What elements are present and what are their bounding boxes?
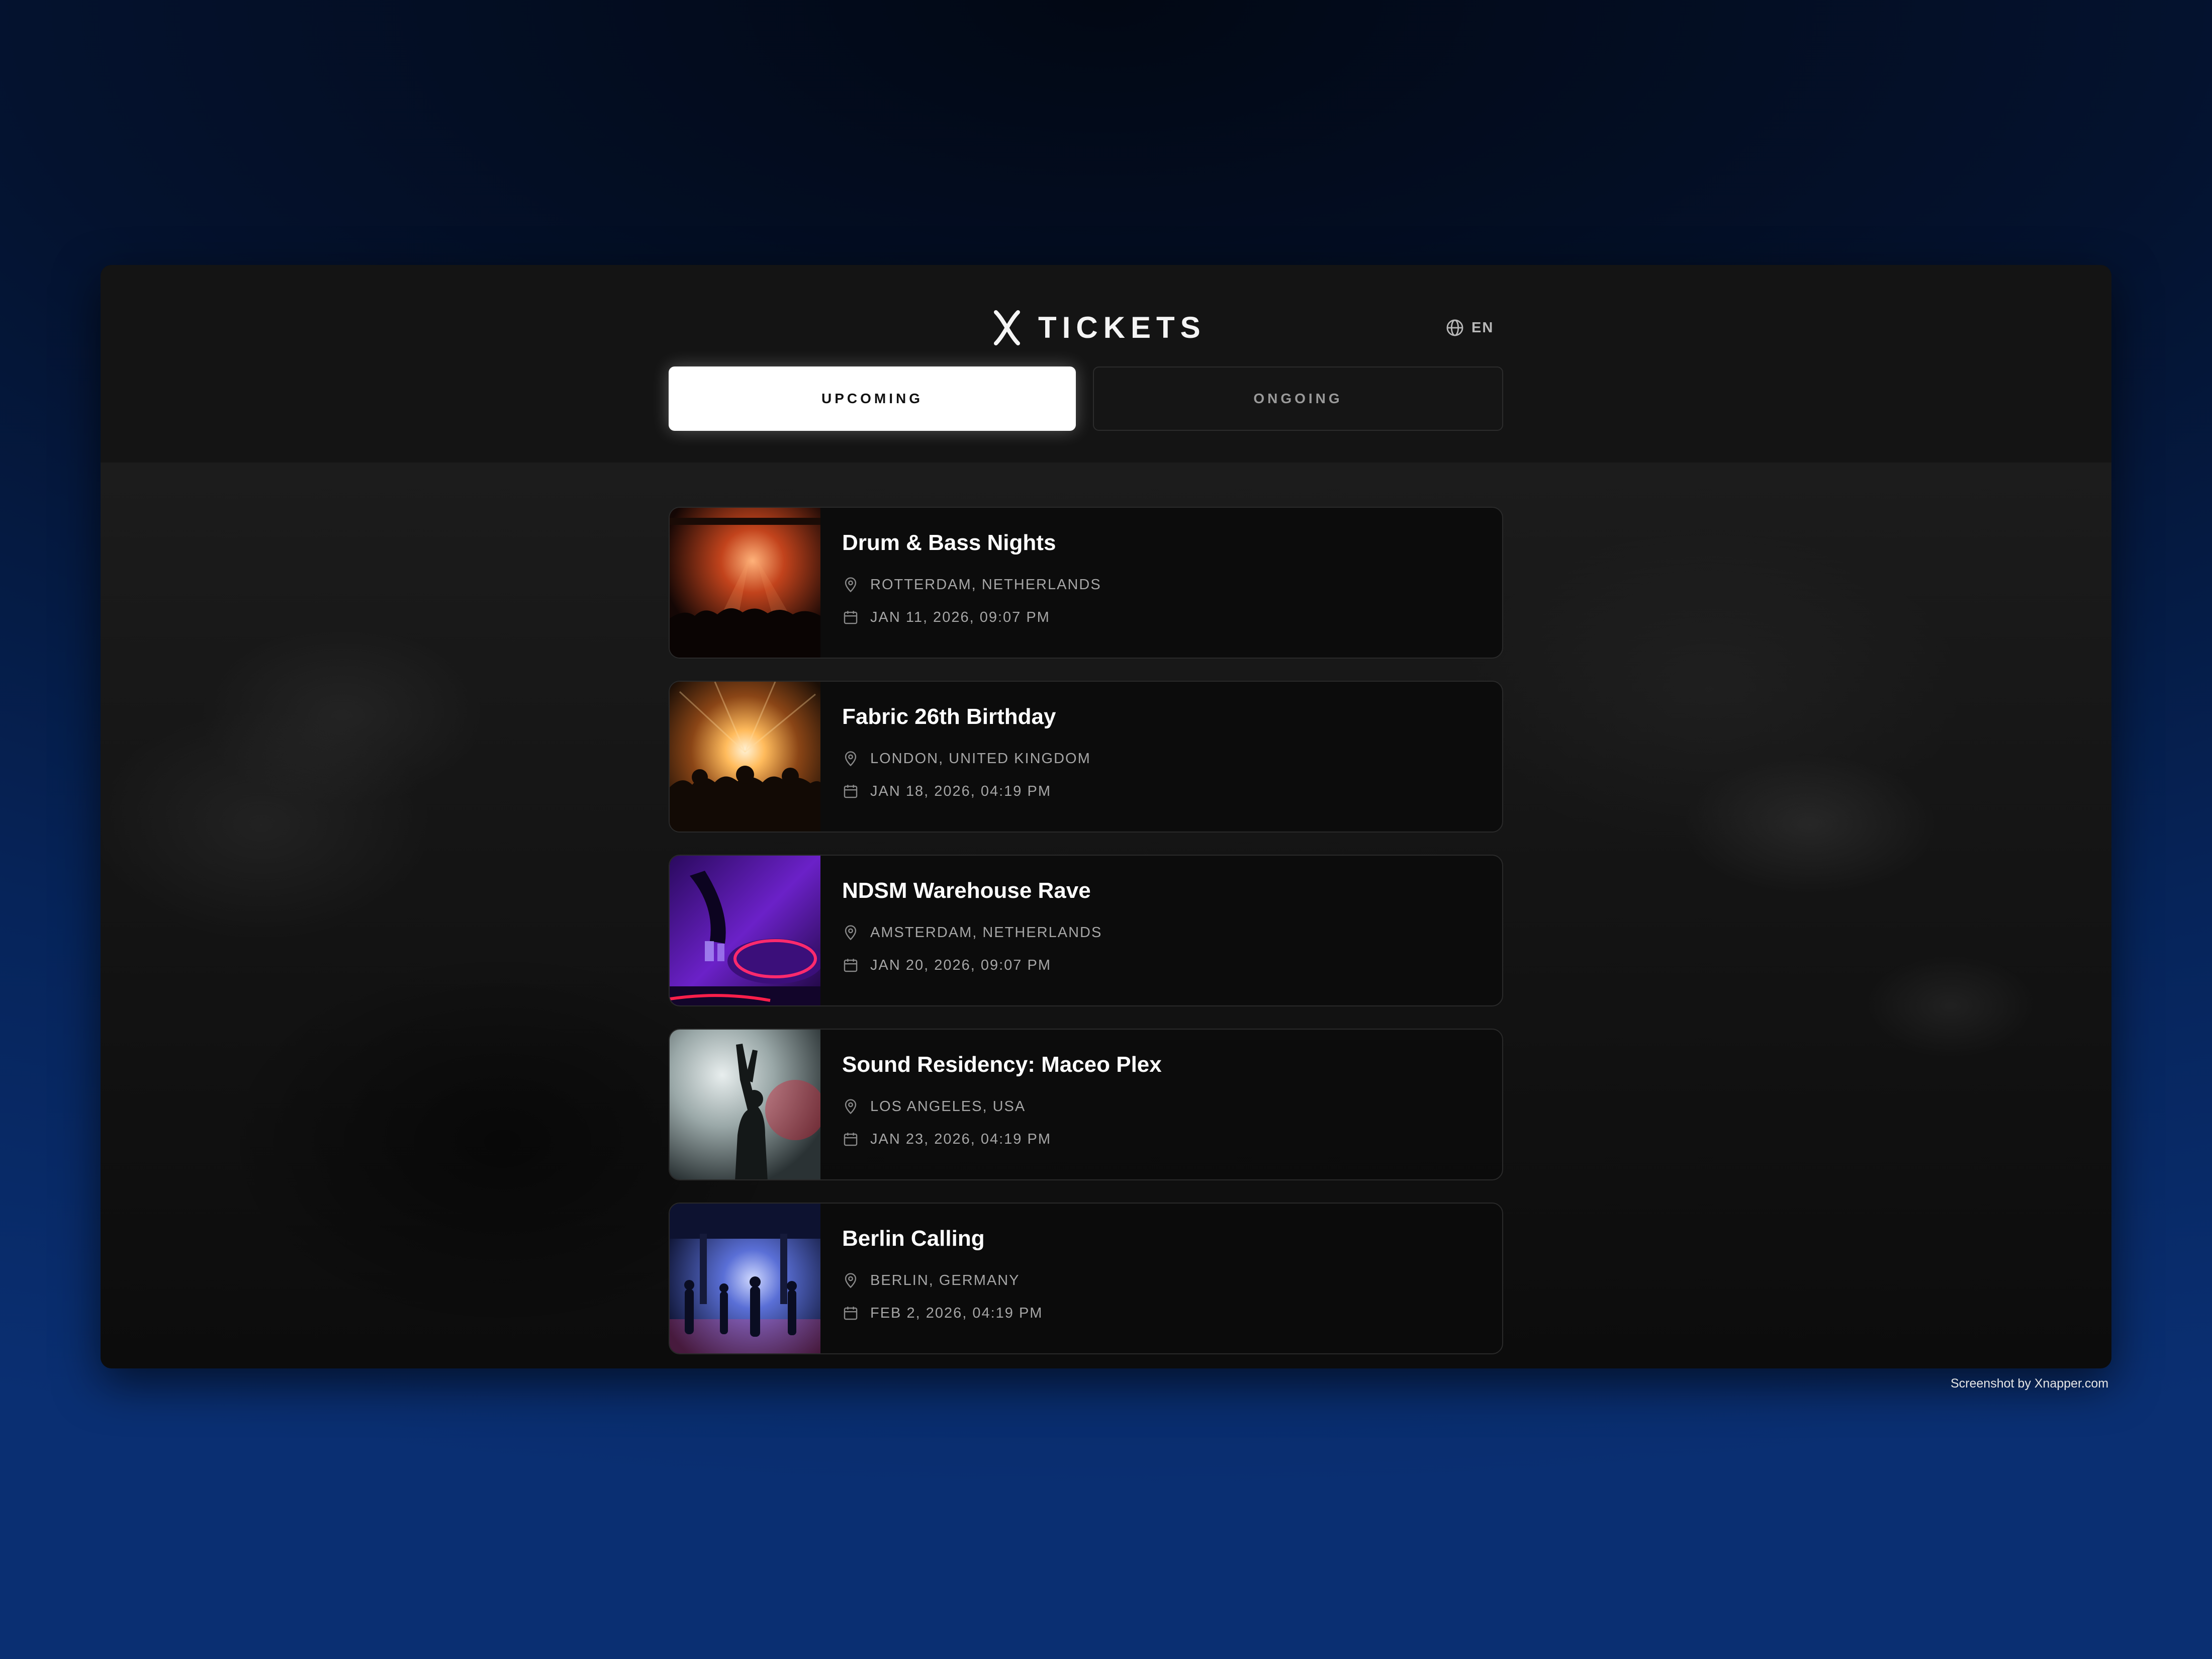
language-selector[interactable]: EN xyxy=(1445,310,1494,345)
event-date: JAN 11, 2026, 09:07 PM xyxy=(842,607,1050,627)
event-thumbnail xyxy=(670,1204,820,1353)
event-location: LONDON, UNITED KINGDOM xyxy=(842,749,1091,769)
event-location: LOS ANGELES, USA xyxy=(842,1096,1026,1117)
location-pin-icon xyxy=(845,1273,857,1288)
calendar-icon xyxy=(844,959,858,972)
x-logo-icon xyxy=(994,310,1020,345)
event-thumbnail xyxy=(670,1030,820,1179)
event-title: NDSM Warehouse Rave xyxy=(842,878,1091,903)
event-date: JAN 23, 2026, 04:19 PM xyxy=(842,1129,1051,1149)
location-pin-icon xyxy=(845,925,857,941)
event-title: Fabric 26th Birthday xyxy=(842,704,1056,729)
event-card[interactable]: Sound Residency: Maceo Plex LOS ANGELES,… xyxy=(669,1029,1503,1180)
location-pin-icon xyxy=(845,577,857,593)
event-date: FEB 2, 2026, 04:19 PM xyxy=(842,1303,1043,1323)
event-title: Berlin Calling xyxy=(842,1226,985,1251)
event-card[interactable]: NDSM Warehouse Rave AMSTERDAM, NETHERLAN… xyxy=(669,855,1503,1006)
location-pin-icon xyxy=(845,1099,857,1115)
calendar-icon xyxy=(844,611,858,624)
event-card[interactable]: Berlin Calling BERLIN, GERMANY FEB 2, 20… xyxy=(669,1203,1503,1354)
event-thumbnail xyxy=(670,682,820,832)
event-date-text: JAN 18, 2026, 04:19 PM xyxy=(870,783,1051,799)
event-card[interactable]: Fabric 26th Birthday LONDON, UNITED KING… xyxy=(669,681,1503,833)
brand-logo[interactable]: TICKETS xyxy=(993,298,1274,358)
event-date-text: JAN 23, 2026, 04:19 PM xyxy=(870,1131,1051,1147)
event-list: Drum & Bass Nights ROTTERDAM, NETHERLAND… xyxy=(101,463,2111,1368)
event-location: BERLIN, GERMANY xyxy=(842,1270,1020,1291)
language-label: EN xyxy=(1471,319,1494,336)
event-location-text: ROTTERDAM, NETHERLANDS xyxy=(870,576,1101,593)
event-location: AMSTERDAM, NETHERLANDS xyxy=(842,923,1102,943)
event-date-text: FEB 2, 2026, 04:19 PM xyxy=(870,1305,1043,1321)
app-header: TICKETS EN UPCOMING ONGOING xyxy=(101,265,2111,463)
calendar-icon xyxy=(844,1133,858,1146)
event-thumbnail xyxy=(670,508,820,658)
event-location-text: BERLIN, GERMANY xyxy=(870,1272,1020,1288)
calendar-icon xyxy=(844,1307,858,1320)
event-location: ROTTERDAM, NETHERLANDS xyxy=(842,575,1101,595)
event-card[interactable]: Drum & Bass Nights ROTTERDAM, NETHERLAND… xyxy=(669,507,1503,659)
tab-ongoing[interactable]: ONGOING xyxy=(1093,366,1503,431)
event-location-text: LONDON, UNITED KINGDOM xyxy=(870,750,1091,767)
event-location-text: LOS ANGELES, USA xyxy=(870,1098,1026,1115)
event-title: Sound Residency: Maceo Plex xyxy=(842,1052,1162,1077)
event-date-text: JAN 20, 2026, 09:07 PM xyxy=(870,957,1051,973)
calendar-icon xyxy=(844,785,858,798)
app-window: TICKETS EN UPCOMING ONGOING Drum & Bass … xyxy=(101,265,2111,1368)
location-pin-icon xyxy=(845,751,857,767)
event-thumbnail xyxy=(670,856,820,1005)
globe-icon xyxy=(1446,319,1463,336)
event-location-text: AMSTERDAM, NETHERLANDS xyxy=(870,924,1102,941)
event-title: Drum & Bass Nights xyxy=(842,530,1056,555)
tab-upcoming[interactable]: UPCOMING xyxy=(669,366,1076,431)
screenshot-credit: Screenshot by Xnapper.com xyxy=(1951,1376,2109,1391)
event-date: JAN 20, 2026, 09:07 PM xyxy=(842,955,1051,975)
event-date-text: JAN 11, 2026, 09:07 PM xyxy=(870,609,1050,625)
event-date: JAN 18, 2026, 04:19 PM xyxy=(842,781,1051,801)
app-title: TICKETS xyxy=(1038,311,1206,344)
